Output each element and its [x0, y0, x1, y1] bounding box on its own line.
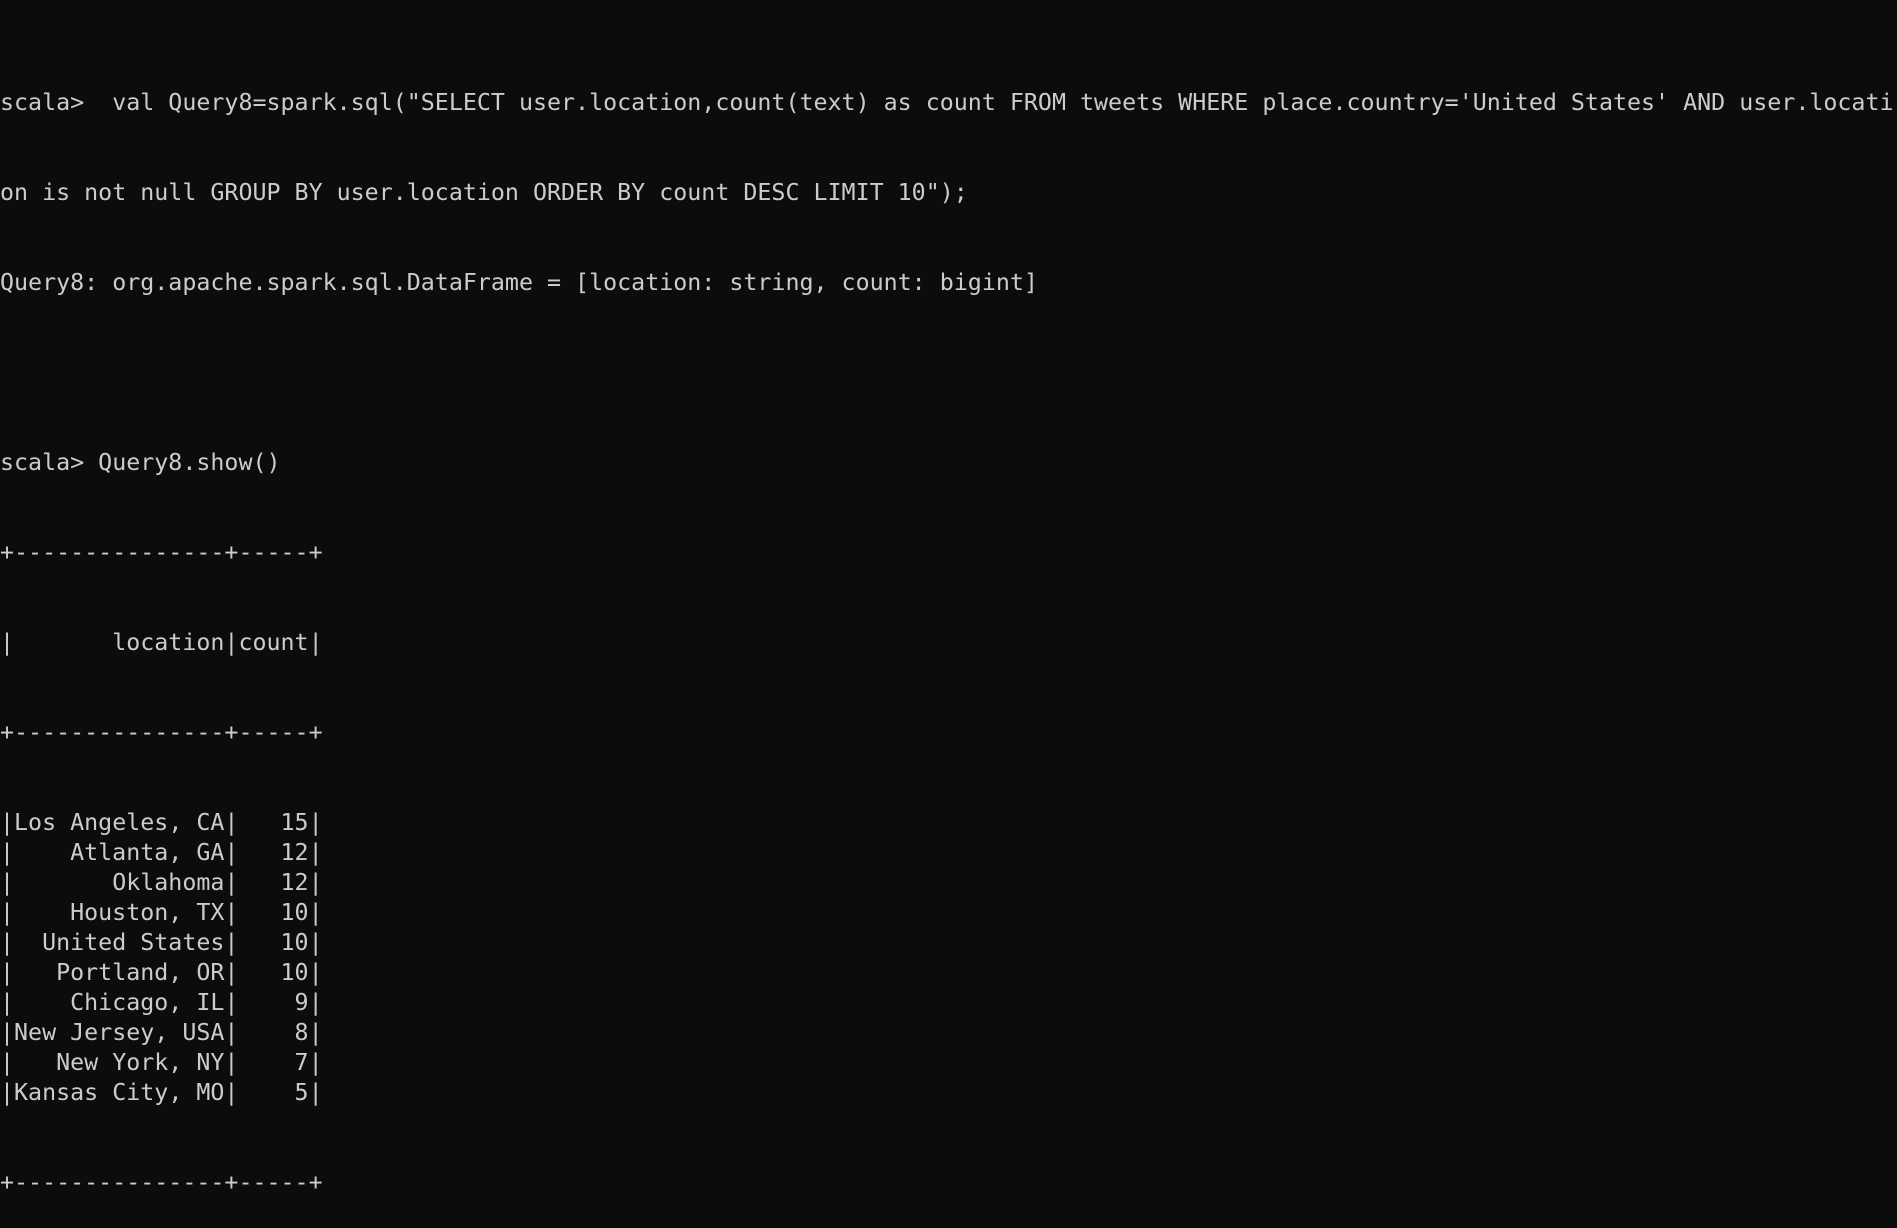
table-sep: |: [0, 959, 15, 986]
table-header: | location|count|: [0, 628, 1897, 658]
table-sep: |: [224, 1049, 239, 1076]
cell-location: New Jersey, USA: [14, 1019, 225, 1046]
table-sep: |: [224, 1079, 239, 1106]
cell-location: Houston, TX: [70, 899, 225, 926]
table-sep: |: [308, 1019, 323, 1046]
cell-location: New York, NY: [56, 1049, 225, 1076]
table-row: | Oklahoma| 12|: [0, 868, 1897, 898]
table-sep: |: [224, 869, 239, 896]
command-line: scala> val Query8=spark.sql("SELECT user…: [0, 89, 1894, 116]
table-sep: |: [0, 929, 15, 956]
table-row: | New York, NY| 7|: [0, 1048, 1897, 1078]
cell-count: 15: [280, 809, 309, 836]
cell-location: Los Angeles, CA: [14, 809, 225, 836]
table-sep: |: [224, 899, 239, 926]
cell-count: 9: [294, 989, 309, 1016]
cell-count: 10: [280, 899, 309, 926]
cell-count: 5: [294, 1079, 309, 1106]
table-sep: |: [224, 929, 239, 956]
table-sep: |: [0, 809, 15, 836]
table-sep: |: [224, 629, 239, 656]
table-sep: |: [0, 629, 15, 656]
cell-location: Oklahoma: [112, 869, 225, 896]
table-row: | Portland, OR| 10|: [0, 958, 1897, 988]
table-sep: |: [308, 989, 323, 1016]
table-row: | Chicago, IL| 9|: [0, 988, 1897, 1018]
table-sep: |: [308, 629, 323, 656]
command-line: scala> Query8.show(): [0, 449, 281, 476]
table-sep: |: [0, 1049, 15, 1076]
cell-count: 12: [280, 869, 309, 896]
table-sep: |: [0, 1079, 15, 1106]
table-border: +---------------+-----+: [0, 719, 323, 746]
command-line-wrap: on is not null GROUP BY user.location OR…: [0, 179, 968, 206]
cell-count: 10: [280, 929, 309, 956]
table-row: | United States| 10|: [0, 928, 1897, 958]
table-sep: |: [308, 839, 323, 866]
table-row: |Los Angeles, CA| 15|: [0, 808, 1897, 838]
cell-location: Kansas City, MO: [14, 1079, 225, 1106]
terminal-window[interactable]: scala> val Query8=spark.sql("SELECT user…: [0, 0, 1897, 1228]
table-border: +---------------+-----+: [0, 1169, 323, 1196]
table-row: | Houston, TX| 10|: [0, 898, 1897, 928]
table-sep: |: [308, 1049, 323, 1076]
header-location: location: [112, 629, 225, 656]
cell-location: Atlanta, GA: [70, 839, 225, 866]
table-sep: |: [308, 929, 323, 956]
table-sep: |: [0, 839, 15, 866]
cell-location: Chicago, IL: [70, 989, 225, 1016]
table-sep: |: [224, 1019, 239, 1046]
table-sep: |: [308, 809, 323, 836]
table-sep: |: [308, 959, 323, 986]
table-sep: |: [224, 959, 239, 986]
cell-count: 12: [280, 839, 309, 866]
cell-count: 7: [294, 1049, 309, 1076]
table-sep: |: [0, 1019, 15, 1046]
table-sep: |: [308, 899, 323, 926]
table-sep: |: [0, 869, 15, 896]
result-line: Query8: org.apache.spark.sql.DataFrame =…: [0, 269, 1038, 296]
table-row: |New Jersey, USA| 8|: [0, 1018, 1897, 1048]
cell-location: United States: [42, 929, 225, 956]
table-sep: |: [224, 989, 239, 1016]
table-sep: |: [308, 869, 323, 896]
table-sep: |: [0, 989, 15, 1016]
table-border: +---------------+-----+: [0, 539, 323, 566]
cell-location: Portland, OR: [56, 959, 225, 986]
table-sep: |: [224, 839, 239, 866]
cell-count: 8: [294, 1019, 309, 1046]
cell-count: 10: [280, 959, 309, 986]
header-count: count: [238, 629, 309, 656]
table-sep: |: [308, 1079, 323, 1106]
table-row: |Kansas City, MO| 5|: [0, 1078, 1897, 1108]
table-sep: |: [0, 899, 15, 926]
table-sep: |: [224, 809, 239, 836]
table-row: | Atlanta, GA| 12|: [0, 838, 1897, 868]
